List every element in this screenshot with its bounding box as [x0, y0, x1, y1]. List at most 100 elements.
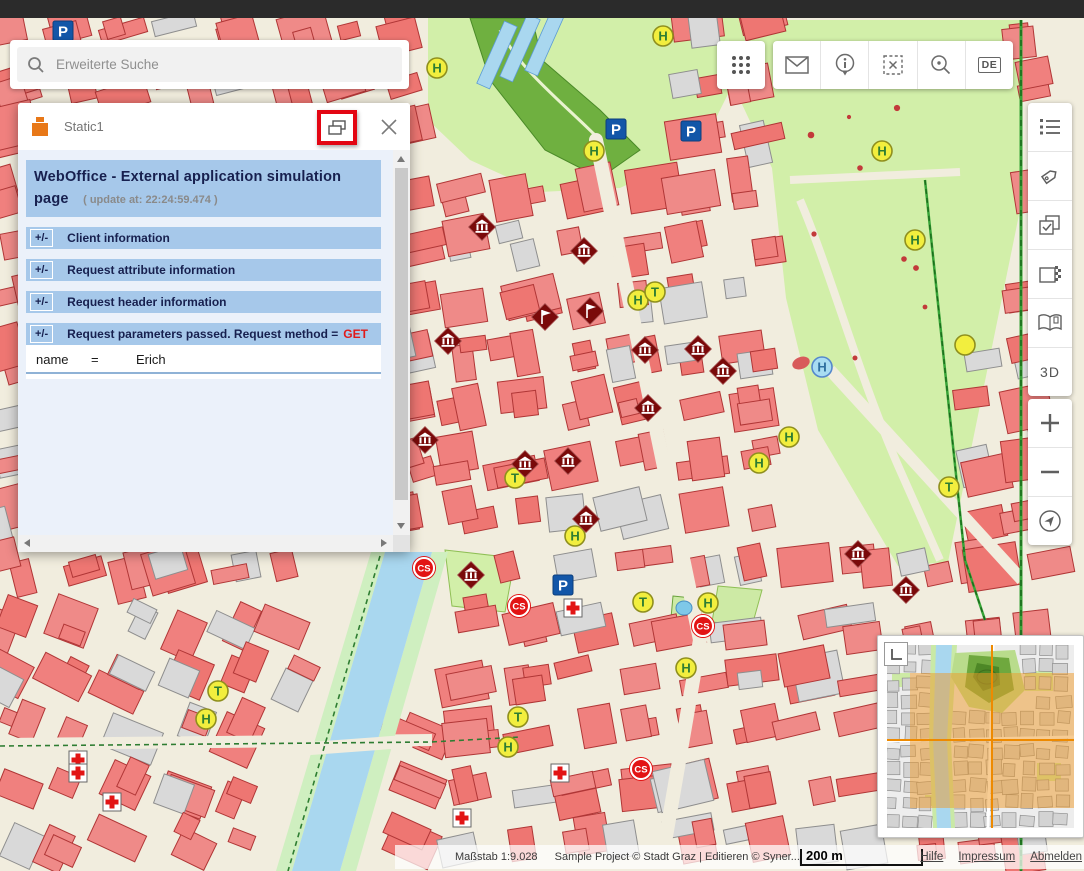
clear-selection-icon: [882, 54, 904, 76]
scroll-left-arrow[interactable]: [24, 539, 30, 547]
status-link-abmelden[interactable]: Abmelden: [1030, 851, 1082, 863]
section-toggle[interactable]: +/-: [30, 325, 53, 343]
stop-marker: H: [196, 709, 216, 729]
collapsible-section: +/- Client information: [26, 227, 381, 249]
update-timestamp: ( update at: 22:24:59.474 ): [83, 194, 218, 206]
svg-text:H: H: [784, 430, 793, 445]
close-panel-button[interactable]: [380, 118, 398, 136]
param-value: Erich: [136, 352, 166, 367]
param-name: name: [36, 352, 91, 367]
section-label: Request header information: [67, 295, 226, 309]
svg-text:H: H: [877, 144, 886, 159]
section-label: Request parameters passed. Request metho…: [67, 327, 338, 341]
scale-bar-label: 200 m: [806, 848, 843, 863]
zoom-point-icon: [930, 54, 952, 76]
svg-text:P: P: [686, 124, 696, 141]
svg-text:CS: CS: [634, 765, 647, 776]
stop-marker: T: [645, 282, 665, 302]
carsharing-marker: CS: [692, 615, 715, 638]
send-mail-button[interactable]: [773, 41, 821, 89]
param-equals: =: [91, 352, 136, 367]
info-tool-button[interactable]: [821, 41, 869, 89]
status-text: Maßstab 1:9.028 Sample Project © Stadt G…: [455, 851, 800, 863]
pharmacy-marker: [551, 764, 569, 782]
status-links: Hilfe Impressum Abmelden: [920, 851, 1082, 863]
section-toggle[interactable]: +/-: [30, 261, 53, 279]
zoom-controls: [1028, 399, 1072, 545]
svg-text:H: H: [910, 233, 919, 248]
svg-text:H: H: [681, 661, 690, 676]
svg-text:H: H: [658, 29, 667, 44]
svg-text:T: T: [639, 595, 647, 610]
zoom-out-button[interactable]: [1028, 448, 1072, 497]
scroll-down-arrow[interactable]: [397, 523, 405, 529]
vertical-scrollbar[interactable]: [393, 150, 410, 535]
overview-map-canvas[interactable]: [887, 645, 1074, 828]
apps-grid-button[interactable]: [717, 41, 765, 89]
search-input[interactable]: [54, 56, 392, 73]
horizontal-scrollbar[interactable]: [18, 535, 393, 552]
legend-button[interactable]: [1028, 103, 1072, 152]
transparency-button[interactable]: [1028, 250, 1072, 299]
status-link-impressum[interactable]: Impressum: [958, 851, 1015, 863]
carsharing-marker: CS: [508, 595, 531, 618]
scroll-up-arrow[interactable]: [397, 156, 405, 162]
map-book-button[interactable]: [1028, 299, 1072, 348]
scroll-right-arrow[interactable]: [381, 539, 387, 547]
status-link-hilfe[interactable]: Hilfe: [920, 851, 943, 863]
panel-title: Static1: [64, 119, 104, 134]
request-method: GET: [343, 327, 368, 341]
collapsible-section: +/- Request parameters passed. Request m…: [26, 323, 381, 345]
pharmacy-marker: [564, 599, 582, 617]
application-window: HHHHHHHHHHHHHTTTTTTHPPPPCSCSCSCS: [0, 0, 1084, 871]
search-field[interactable]: [17, 47, 402, 82]
pharmacy-marker: [103, 793, 121, 811]
svg-text:H: H: [570, 529, 579, 544]
stop-marker: H: [584, 141, 604, 161]
section-label: Client information: [67, 231, 170, 245]
mail-icon: [785, 56, 809, 74]
external-app-icon: [32, 117, 48, 136]
zoom-in-button[interactable]: [1028, 399, 1072, 448]
stop-marker: H: [749, 453, 769, 473]
pharmacy-marker: [453, 809, 471, 827]
section-toggle[interactable]: +/-: [30, 293, 53, 311]
layers-button[interactable]: [1028, 201, 1072, 250]
compass-icon: [1038, 509, 1062, 533]
close-icon: [380, 118, 398, 136]
geolocate-button[interactable]: [1028, 497, 1072, 545]
layers-check-icon: [1038, 214, 1062, 236]
clear-selection-button[interactable]: [869, 41, 917, 89]
stop-marker: T: [508, 707, 528, 727]
carsharing-marker: CS: [413, 557, 436, 580]
svg-text:CS: CS: [417, 564, 430, 575]
legend-list-icon: [1039, 118, 1061, 136]
params-table: name = Erich: [26, 345, 381, 379]
map-sidebar: 3D: [1028, 103, 1072, 396]
stop-marker: H: [676, 658, 696, 678]
zoom-to-point-button[interactable]: [918, 41, 966, 89]
3d-label: 3D: [1040, 364, 1060, 380]
embedded-page: WebOffice - External application simulat…: [18, 150, 393, 535]
labels-button[interactable]: [1028, 152, 1072, 201]
stop-marker: T: [939, 477, 959, 497]
section-label: Request attribute information: [67, 263, 235, 277]
scrollbar-corner: [393, 535, 410, 552]
section-toggle[interactable]: +/-: [30, 229, 53, 247]
svg-text:T: T: [214, 684, 222, 699]
copyright-text: Sample Project © Stadt Graz | Editieren …: [555, 851, 800, 863]
restore-window-icon[interactable]: [328, 120, 346, 136]
svg-text:H: H: [589, 144, 598, 159]
stop-marker: H: [905, 230, 925, 250]
page-title-bar: WebOffice - External application simulat…: [26, 160, 381, 217]
language-button[interactable]: DE: [966, 41, 1013, 89]
stop-marker: H: [653, 26, 673, 46]
svg-text:T: T: [511, 471, 519, 486]
overview-map[interactable]: [877, 635, 1084, 838]
plus-icon: [1039, 412, 1061, 434]
view-3d-button[interactable]: 3D: [1028, 348, 1072, 396]
overview-collapse-button[interactable]: [884, 642, 908, 666]
vertical-scroll-thumb[interactable]: [395, 168, 408, 500]
stop-marker: H: [872, 141, 892, 161]
transit-marker: H: [812, 357, 832, 377]
